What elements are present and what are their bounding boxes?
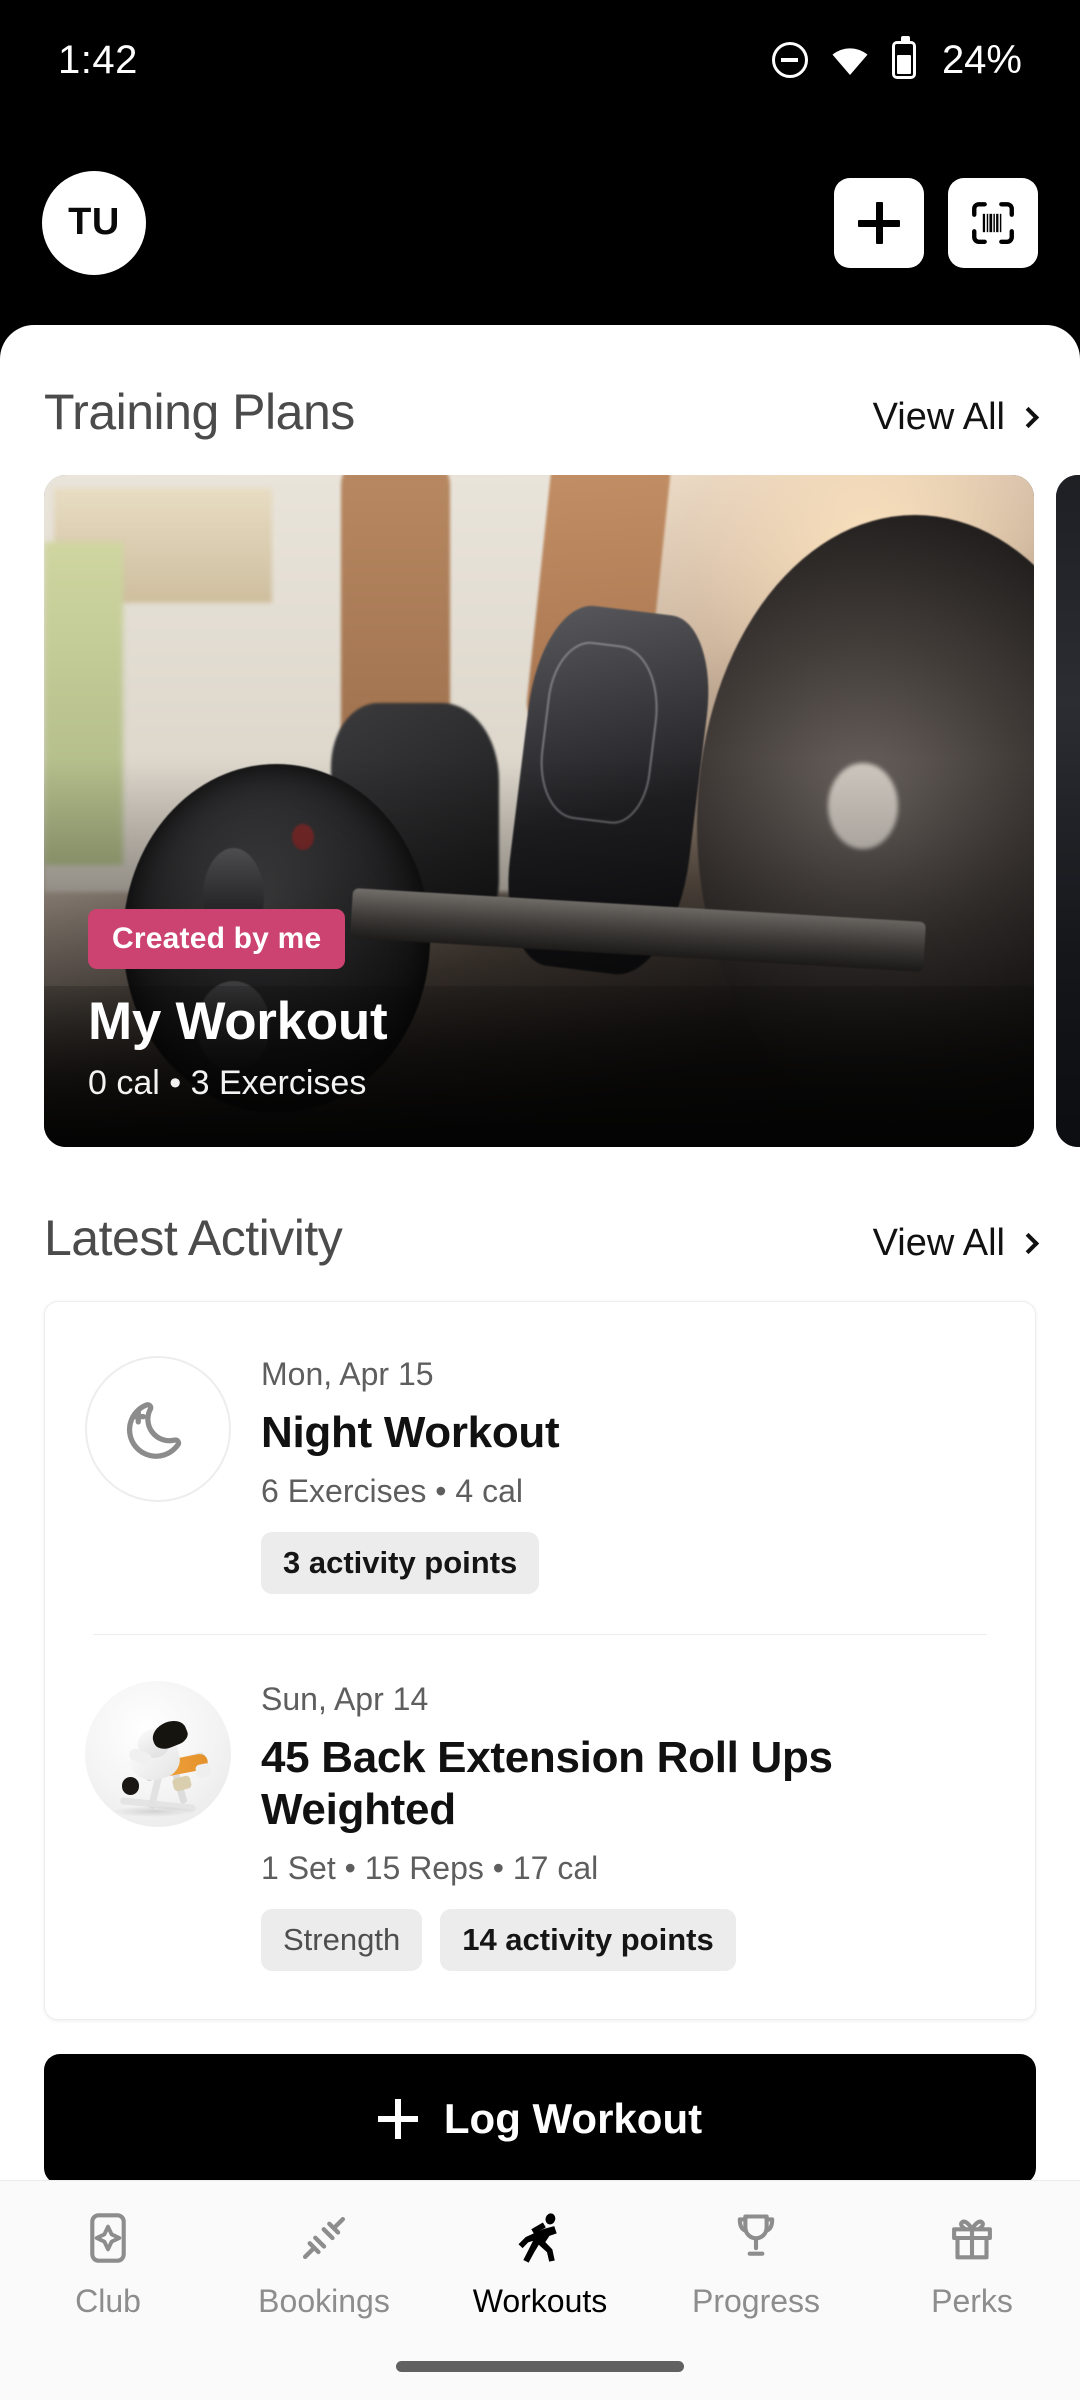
activity-title: 45 Back Extension Roll Ups Weighted [261, 1732, 833, 1834]
avatar[interactable]: TU [42, 170, 146, 275]
nav-item-club[interactable]: Club [0, 2207, 216, 2320]
view-all-label: View All [872, 396, 1005, 438]
training-plan-card[interactable]: Created by me My Workout 0 cal • 3 Exerc… [44, 475, 1034, 1147]
battery-percent: 24% [941, 37, 1022, 82]
battery-icon [891, 36, 916, 79]
wifi-icon [832, 48, 868, 75]
bottom-nav: Club Bookings Workouts Progress Perks [0, 2180, 1080, 2400]
nav-label: Progress [691, 2283, 821, 2319]
nav-label: Club [75, 2283, 141, 2319]
view-all-label: View All [872, 1222, 1005, 1264]
activity-icon-moon [85, 1356, 231, 1502]
latest-activity-header: Latest Activity View All [0, 1209, 1080, 1267]
status-badge: 3 activity points [261, 1531, 540, 1594]
nav-item-progress[interactable]: Progress [648, 2207, 864, 2320]
back-extension-figure [85, 1681, 231, 1827]
training-plans-carousel[interactable]: Created by me My Workout 0 cal • 3 Exerc… [0, 445, 1080, 1147]
dnd-icon [771, 42, 808, 78]
app-bar-actions [834, 177, 1038, 268]
dumbbell-icon [293, 2207, 355, 2269]
gift-icon [941, 2207, 1003, 2269]
training-plan-card-next[interactable] [1056, 475, 1080, 1147]
list-item[interactable]: Sun, Apr 14 45 Back Extension Roll Ups W… [45, 1635, 1035, 2011]
category-badge: Strength [261, 1908, 423, 1971]
status-icons: 24% [771, 36, 1022, 83]
training-plan-title: My Workout [88, 992, 388, 1051]
chevron-right-icon [1017, 1232, 1040, 1255]
created-by-me-badge: Created by me [88, 909, 346, 969]
activity-subtitle: 6 Exercises • 4 cal [261, 1472, 523, 1509]
latest-activity-card: Mon, Apr 15 Night Workout 6 Exercises • … [44, 1301, 1036, 2020]
training-plans-header: Training Plans View All [0, 383, 1080, 441]
latest-activity-view-all[interactable]: View All [872, 1222, 1040, 1265]
nav-item-perks[interactable]: Perks [864, 2207, 1080, 2320]
content-sheet: Training Plans View All Created by me My… [0, 325, 1080, 2180]
home-indicator [396, 2361, 684, 2372]
plus-icon [377, 2098, 418, 2139]
running-person-icon [509, 2207, 571, 2269]
club-card-icon [77, 2207, 139, 2269]
moon-icon [126, 1402, 182, 1459]
status-badge: 14 activity points [440, 1908, 736, 1971]
nav-item-workouts[interactable]: Workouts [432, 2207, 648, 2320]
training-plan-meta: 0 cal • 3 Exercises [88, 1064, 367, 1102]
activity-exercise-image [85, 1680, 231, 1827]
barcode-scan-icon [972, 201, 1014, 244]
training-plan-overlay: Created by me My Workout 0 cal • 3 Exerc… [88, 909, 990, 1103]
chevron-right-icon [1017, 406, 1040, 429]
training-plans-title: Training Plans [44, 384, 355, 440]
add-button[interactable] [834, 177, 924, 268]
activity-date: Mon, Apr 15 [261, 1356, 434, 1392]
activity-subtitle: 1 Set • 15 Reps • 17 cal [261, 1849, 599, 1886]
activity-content: Mon, Apr 15 Night Workout 6 Exercises • … [261, 1356, 995, 1594]
nav-label: Workouts [472, 2283, 608, 2319]
list-item[interactable]: Mon, Apr 15 Night Workout 6 Exercises • … [45, 1310, 1035, 1634]
status-time: 1:42 [58, 37, 138, 82]
activity-date: Sun, Apr 14 [261, 1680, 429, 1717]
activity-chips: 3 activity points [261, 1531, 995, 1594]
activity-title: Night Workout [261, 1408, 560, 1457]
scan-button[interactable] [948, 177, 1038, 268]
activity-chips: Strength 14 activity points [261, 1908, 995, 1971]
nav-label: Bookings [258, 2283, 390, 2319]
status-bar: 1:42 24% [0, 0, 1080, 120]
plus-icon [858, 201, 900, 244]
log-workout-button[interactable]: Log Workout [44, 2053, 1036, 2180]
log-workout-label: Log Workout [443, 2094, 703, 2142]
training-plan-image-next [1056, 475, 1080, 1147]
training-plans-view-all[interactable]: View All [872, 396, 1040, 439]
nav-item-bookings[interactable]: Bookings [216, 2207, 432, 2320]
activity-content: Sun, Apr 14 45 Back Extension Roll Ups W… [261, 1681, 995, 1971]
nav-label: Perks [931, 2283, 1013, 2319]
latest-activity-title: Latest Activity [44, 1210, 343, 1266]
trophy-icon [725, 2207, 787, 2269]
app-screen: 1:42 24% TU Training Plans View All Crea… [0, 0, 1080, 2400]
app-bar: TU [0, 120, 1080, 325]
